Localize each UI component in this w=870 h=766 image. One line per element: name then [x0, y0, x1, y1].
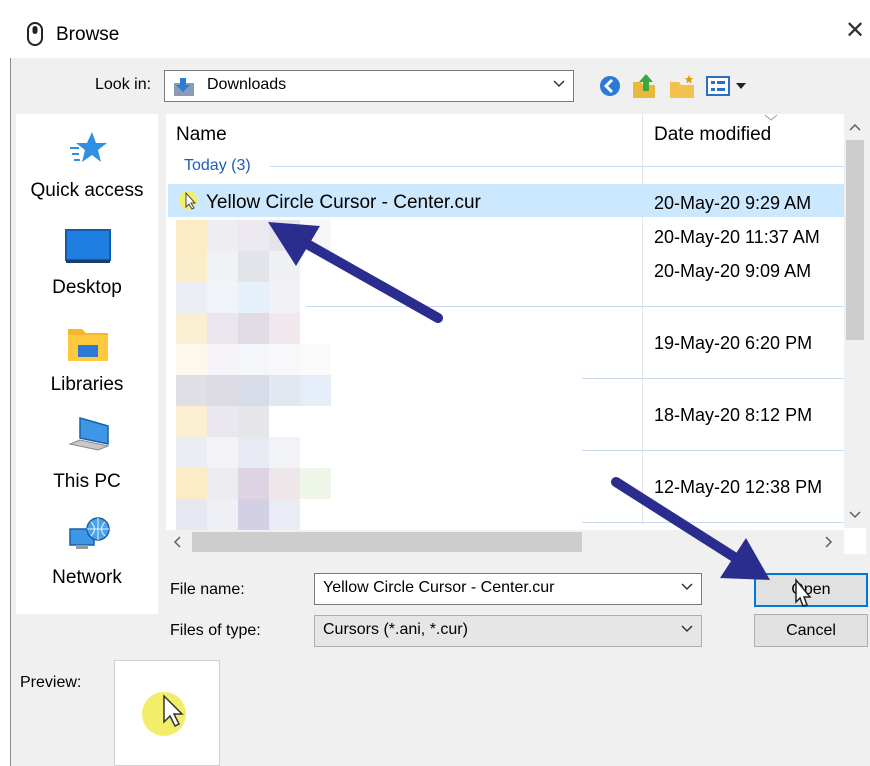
scroll-left-icon[interactable] — [172, 535, 182, 549]
downloads-folder-icon — [174, 78, 194, 96]
cancel-button[interactable]: Cancel — [754, 614, 868, 647]
column-header-name[interactable]: Name — [176, 124, 227, 146]
scroll-right-icon[interactable] — [824, 535, 834, 549]
column-divider — [642, 114, 643, 524]
title-bar — [10, 10, 870, 58]
group-divider — [582, 522, 844, 523]
file-date: 19-May-20 6:20 PM — [654, 333, 813, 353]
file-type-value: Cursors (*.ani, *.cur) — [323, 621, 468, 638]
group-divider — [306, 306, 844, 307]
places-bar: Quick access Desktop Libraries This PC N… — [16, 114, 158, 614]
look-in-value: Downloads — [207, 76, 287, 93]
look-in-dropdown[interactable]: Downloads — [164, 70, 574, 102]
desktop-icon — [65, 229, 111, 263]
place-label-libraries: Libraries — [50, 374, 124, 395]
file-name-label: File name: — [170, 581, 245, 598]
file-date: 12-May-20 12:38 PM — [654, 477, 823, 497]
file-date: 20-May-20 9:29 AM — [654, 193, 812, 213]
up-one-level-icon[interactable] — [630, 72, 658, 100]
place-desktop[interactable]: Desktop — [16, 210, 158, 307]
file-date: 18-May-20 8:12 PM — [654, 405, 813, 425]
file-name-selected: Yellow Circle Cursor - Center.cur — [206, 192, 481, 213]
back-icon[interactable] — [598, 74, 622, 98]
mouse-app-icon — [27, 22, 43, 46]
cursor-preview-icon — [142, 692, 186, 736]
place-libraries[interactable]: Libraries — [16, 307, 158, 404]
close-button[interactable]: ✕ — [842, 18, 868, 44]
look-in-label: Look in: — [95, 76, 152, 93]
sort-indicator-icon — [764, 114, 778, 121]
group-divider — [582, 378, 844, 379]
place-network[interactable]: Network — [16, 501, 158, 601]
group-divider — [582, 450, 844, 451]
group-divider — [270, 166, 844, 167]
this-pc-icon — [68, 417, 110, 451]
mouse-pointer-icon — [795, 578, 812, 607]
network-globe-icon — [69, 517, 110, 549]
preview-label: Preview: — [20, 674, 82, 691]
chevron-down-icon — [681, 625, 693, 633]
chevron-down-icon — [553, 80, 565, 88]
window-title: Browse — [56, 24, 120, 45]
new-folder-icon[interactable] — [668, 74, 696, 100]
file-date: 20-May-20 11:37 AM — [654, 227, 820, 247]
quick-access-star-icon — [70, 132, 107, 162]
horizontal-scroll-thumb[interactable] — [192, 532, 582, 552]
chevron-down-icon — [681, 583, 693, 591]
file-name-input[interactable]: Yellow Circle Cursor - Center.cur — [314, 573, 702, 605]
place-label-this-pc: This PC — [53, 471, 121, 492]
place-this-pc[interactable]: This PC — [16, 404, 158, 501]
file-type-label: Files of type: — [170, 622, 261, 639]
place-label-network: Network — [52, 567, 122, 588]
file-type-dropdown[interactable]: Cursors (*.ani, *.cur) — [314, 615, 702, 647]
place-label-desktop: Desktop — [52, 277, 122, 298]
place-label-quick-access: Quick access — [30, 180, 144, 201]
blurred-file-names — [176, 220, 336, 530]
column-header-date-modified[interactable]: Date modified — [654, 124, 771, 146]
view-menu-icon[interactable] — [706, 74, 748, 98]
group-header-today[interactable]: Today (3) — [184, 157, 251, 175]
file-name-value: Yellow Circle Cursor - Center.cur — [323, 579, 555, 596]
scroll-up-icon[interactable] — [848, 122, 862, 132]
scroll-down-icon[interactable] — [848, 510, 862, 520]
place-quick-access[interactable]: Quick access — [16, 114, 158, 210]
vertical-scroll-thumb[interactable] — [846, 140, 864, 340]
cursor-file-icon — [179, 191, 197, 210]
file-date: 20-May-20 9:09 AM — [654, 261, 812, 281]
libraries-folder-icon — [68, 329, 108, 361]
